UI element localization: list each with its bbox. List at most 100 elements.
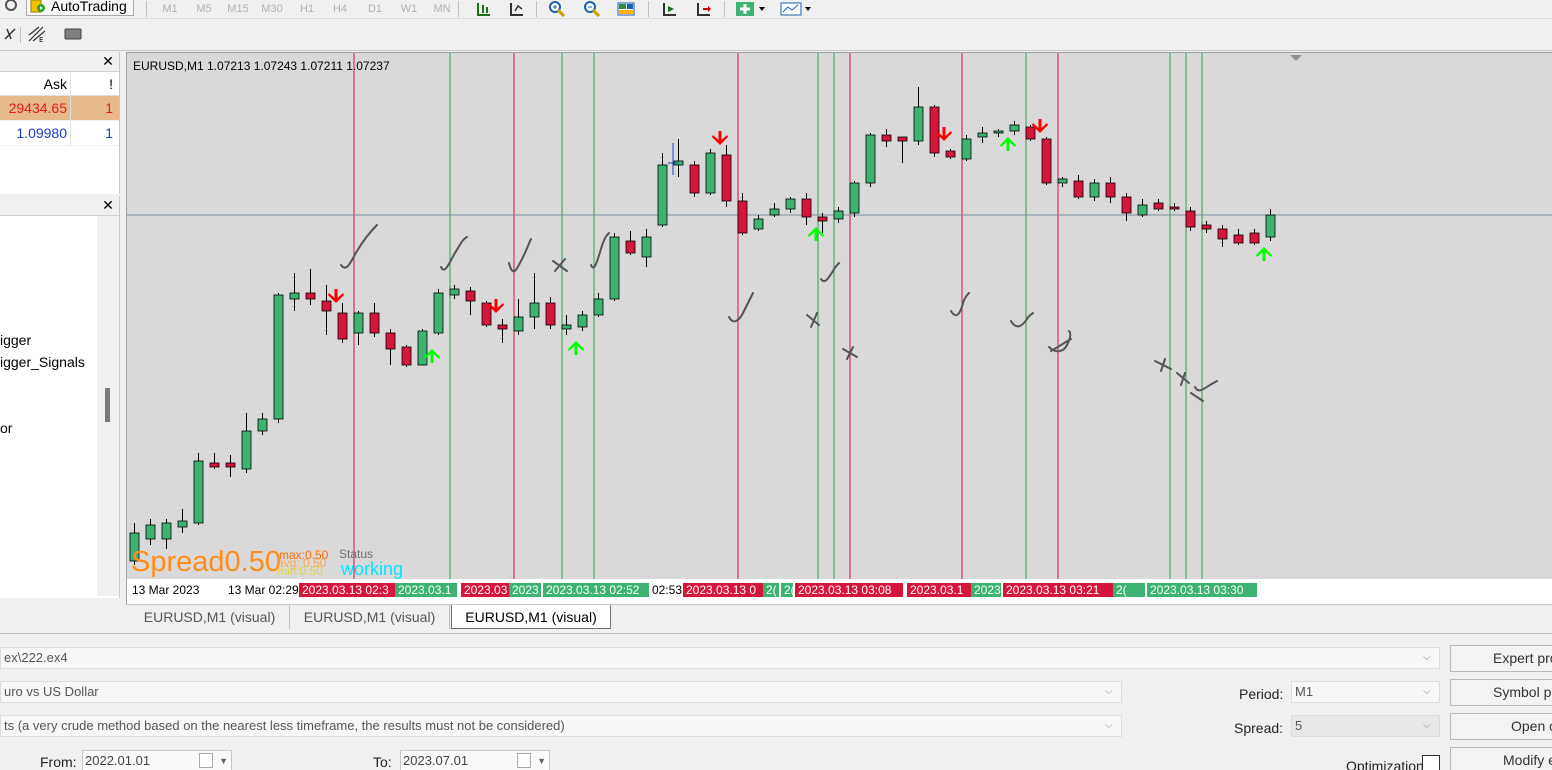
to-label: To:	[373, 754, 392, 770]
symbol-properties-button[interactable]: Symbol pro	[1450, 679, 1552, 706]
timeframe-m30-button[interactable]: M30	[260, 0, 284, 18]
optimization-checkbox[interactable]	[1422, 755, 1440, 770]
chevron-down-icon[interactable]: ▼	[219, 751, 228, 770]
time-axis-label: 2023.03.13 02:52	[543, 583, 649, 597]
svg-text:2023.03.13 02:52: 2023.03.13 02:52	[546, 583, 640, 597]
settings-icon[interactable]	[0, 0, 22, 14]
expert-select[interactable]: ex\222.ex4 ⌵	[0, 647, 1440, 669]
svg-text:02:53: 02:53	[652, 583, 682, 597]
to-date-value: 2023.07.01	[403, 753, 469, 768]
symbol-select[interactable]: uro vs US Dollar ⌵	[0, 681, 1122, 703]
tile-windows-icon[interactable]	[615, 0, 637, 18]
indicators-icon[interactable]	[735, 0, 769, 18]
svg-text:2023.03.1: 2023.03.1	[910, 583, 964, 597]
period-select-value: M1	[1295, 684, 1314, 699]
expert-select-value: ex\222.ex4	[4, 650, 68, 665]
svg-text:2023.03: 2023.03	[464, 583, 508, 597]
bull-candle	[865, 133, 876, 187]
market-watch-close-button[interactable]: ✕	[101, 53, 115, 69]
column-flag[interactable]: !	[109, 72, 113, 95]
tab-chart-1[interactable]: EURUSD,M1 (visual)	[130, 605, 290, 629]
svg-text:2023.03.13 03:30: 2023.03.13 03:30	[1150, 583, 1244, 597]
timeframe-w1-button[interactable]: W1	[397, 0, 421, 18]
svg-text:2023.03.13 0: 2023.03.13 0	[686, 583, 756, 597]
svg-text:2(: 2(	[1116, 583, 1127, 597]
rectangle-icon[interactable]	[62, 25, 84, 43]
navigator-item-trigger[interactable]: igger	[0, 332, 31, 348]
spread-min: min:0.50	[277, 564, 323, 578]
navigator-close-button[interactable]: ✕	[101, 197, 115, 213]
chevron-down-icon[interactable]: ▼	[537, 751, 546, 770]
mt4-terminal: AutoTrading M1 M5 M15 M30 H1 H4 D1 W1 MN	[0, 0, 1552, 770]
period-select[interactable]: M1 ⌵	[1291, 681, 1440, 703]
ask-price: 1.09980	[16, 125, 67, 141]
timeframe-h4-button[interactable]: H4	[328, 0, 352, 18]
bull-candle	[961, 135, 972, 161]
bull-candle	[433, 289, 444, 335]
timeframe-m1-button[interactable]: M1	[158, 0, 182, 18]
from-date-input[interactable]: 2022.01.01 ▼	[82, 750, 232, 770]
calendar-icon[interactable]	[517, 753, 531, 768]
bear-candle	[1041, 137, 1052, 185]
svg-text:2023.03.13 02:3: 2023.03.13 02:3	[302, 583, 389, 597]
chart-candles-icon[interactable]	[506, 0, 528, 18]
expert-properties-button[interactable]: Expert pro	[1450, 645, 1552, 672]
time-axis-label: 2023	[971, 583, 1001, 597]
svg-text:2023: 2023	[512, 583, 539, 597]
market-watch-row[interactable]: 1.09980 1	[0, 121, 119, 146]
tab-chart-3[interactable]: EURUSD,M1 (visual)	[451, 605, 611, 629]
templates-icon[interactable]	[780, 0, 814, 18]
time-axis-label: 13 Mar 2023	[132, 583, 200, 597]
spread-select[interactable]: 5 ⌵	[1291, 715, 1440, 737]
svg-text:2023.03.13 03:08: 2023.03.13 03:08	[798, 583, 892, 597]
from-date-value: 2022.01.01	[85, 753, 151, 768]
bull-candle	[273, 293, 284, 423]
price-chart[interactable]: EURUSD,M1 1.07213 1.07243 1.07211 1.0723…	[127, 53, 1552, 605]
timeframe-m5-button[interactable]: M5	[192, 0, 216, 18]
chevron-down-icon: ⌵	[1105, 686, 1113, 697]
zoom-in-icon[interactable]	[546, 0, 568, 18]
calendar-icon[interactable]	[199, 753, 213, 768]
fibonacci-icon[interactable]: E	[26, 25, 48, 43]
svg-text:2023.03.1: 2023.03.1	[398, 583, 452, 597]
navigator-scrollbar-thumb[interactable]	[105, 388, 110, 422]
symbol-select-value: uro vs US Dollar	[4, 684, 99, 699]
time-axis-label: 2023.03.13 02:3	[299, 583, 395, 597]
time-axis-label: 2023.03.13 03:30	[1147, 583, 1257, 597]
status-value: working	[340, 559, 403, 579]
navigator-item-indicator[interactable]: or	[0, 420, 12, 436]
timeframe-m15-button[interactable]: M15	[226, 0, 250, 18]
zoom-out-icon[interactable]	[581, 0, 603, 18]
chart-window[interactable]: EURUSD,M1 1.07213 1.07243 1.07211 1.0723…	[126, 52, 1552, 605]
drawing-toolbar: E	[0, 19, 1552, 51]
timeframe-d1-button[interactable]: D1	[363, 0, 387, 18]
autotrading-icon	[30, 0, 46, 13]
timeframe-h1-button[interactable]: H1	[295, 0, 319, 18]
bear-candle	[689, 161, 700, 197]
spread-flag: 1	[105, 125, 113, 141]
main-toolbar: AutoTrading M1 M5 M15 M30 H1 H4 D1 W1 MN	[0, 0, 1552, 19]
column-ask[interactable]: Ask	[44, 72, 67, 95]
market-watch-row[interactable]: 29434.65 1	[0, 96, 119, 121]
svg-text:2(: 2(	[784, 583, 795, 597]
model-select[interactable]: ts (a very crude method based on the nea…	[0, 715, 1122, 737]
period-label: Period:	[1239, 686, 1284, 702]
time-axis-label: 2(	[781, 583, 795, 597]
navigator-item-trigger-signals[interactable]: igger_Signals	[0, 354, 85, 370]
chart-shift-icon[interactable]	[693, 0, 715, 18]
optimization-label: Optimization	[1346, 758, 1424, 770]
bull-candle	[849, 181, 860, 217]
tab-chart-2[interactable]: EURUSD,M1 (visual)	[290, 605, 450, 629]
to-date-input[interactable]: 2023.07.01 ▼	[400, 750, 550, 770]
navigator-scrollbar[interactable]	[97, 216, 119, 596]
autotrading-button[interactable]: AutoTrading	[26, 0, 134, 16]
open-chart-button[interactable]: Open c	[1450, 713, 1552, 740]
modify-expert-button[interactable]: Modify e	[1450, 747, 1552, 770]
time-axis-label: 2023.03.1	[907, 583, 971, 597]
crosshair-icon[interactable]	[0, 25, 22, 43]
timeframe-mn-button[interactable]: MN	[430, 0, 454, 18]
chart-bars-icon[interactable]	[473, 0, 495, 18]
autoscroll-icon[interactable]	[659, 0, 681, 18]
autotrading-label: AutoTrading	[51, 0, 127, 14]
from-label: From:	[40, 754, 77, 770]
